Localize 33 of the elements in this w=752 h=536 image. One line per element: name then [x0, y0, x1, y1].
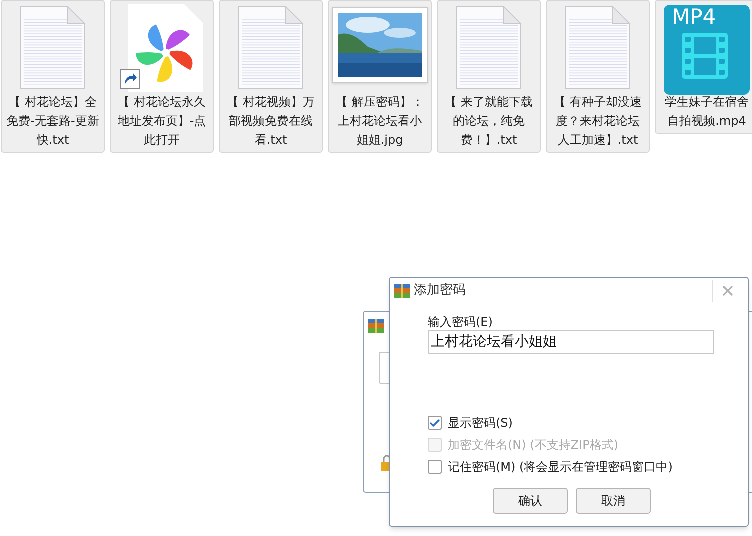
file-name: 【 来了就能下载的论坛，纯免费！】.txt: [444, 94, 534, 149]
file-name: 【 有种子却没速度？来村花论坛人工加速】.txt: [553, 94, 643, 149]
archive-icon: [394, 283, 410, 299]
checkbox-label: 记住密码(M) (将会显示在管理密码窗口中): [448, 459, 673, 476]
film-icon: [682, 33, 728, 79]
checkbox[interactable]: [428, 416, 442, 430]
document-icon: [456, 6, 522, 90]
file-name: 【 村花论坛】全免费-无套路-更新快.txt: [6, 94, 100, 149]
file-item[interactable]: 【 村花视频】万部视频免费在线看.txt: [219, 0, 323, 153]
dialog-button[interactable]: 确认: [493, 488, 568, 514]
dialog-button[interactable]: 取消: [576, 488, 651, 514]
checkbox-label: 显示密码(S): [448, 415, 513, 432]
document-icon: [238, 6, 304, 90]
file-item[interactable]: 【 有种子却没速度？来村花论坛人工加速】.txt: [546, 0, 650, 153]
file-item[interactable]: 【 村花论坛】全免费-无套路-更新快.txt: [1, 0, 105, 153]
archive-icon: [368, 318, 384, 334]
file-name: 【 村花论坛永久地址发布页】-点此打开: [116, 94, 208, 149]
checkbox-label: 加密文件名(N) (不支持ZIP格式): [448, 437, 619, 454]
file-item[interactable]: MP4 学生妹子在宿舍自拍视频.mp4: [655, 0, 752, 134]
file-name: 【 村花视频】万部视频免费在线看.txt: [226, 94, 316, 149]
dialog-title: 添加密码: [414, 282, 466, 300]
file-item[interactable]: 【 来了就能下载的论坛，纯免费！】.txt: [437, 0, 541, 153]
file-item[interactable]: 【 村花论坛永久地址发布页】-点此打开: [110, 0, 214, 153]
document-icon: [20, 6, 86, 90]
file-name: 【 解压密码】：上村花论坛看小姐姐.jpg: [335, 94, 425, 149]
check-icon: [429, 416, 441, 430]
document-icon: [565, 6, 631, 90]
file-name: 学生妹子在宿舍自拍视频.mp4: [664, 94, 750, 130]
password-field[interactable]: 上村花论坛看小姐姐: [428, 330, 714, 354]
file-type-label: MP4: [672, 7, 716, 28]
checkbox[interactable]: [428, 460, 442, 474]
file-item[interactable]: 【 解压密码】：上村花论坛看小姐姐.jpg: [328, 0, 432, 153]
field-label: 输入密码(E): [428, 314, 494, 330]
